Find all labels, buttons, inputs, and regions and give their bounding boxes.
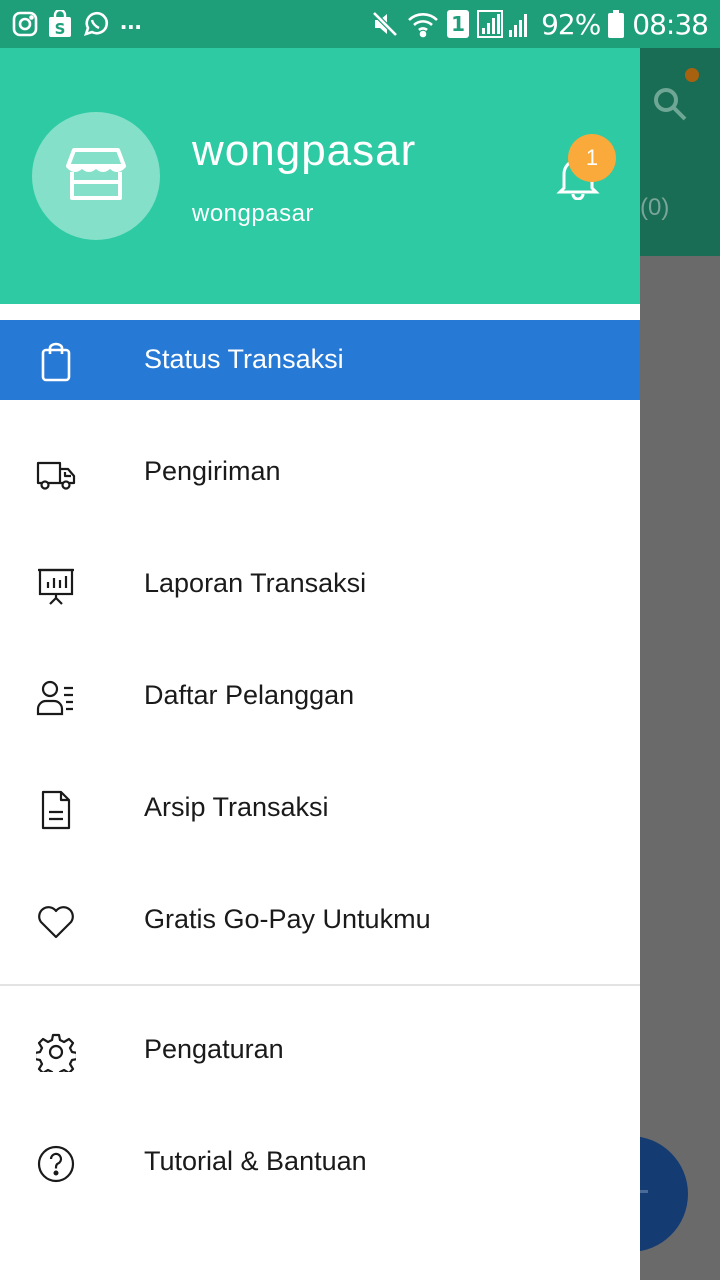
- customer-list-icon: [36, 678, 76, 718]
- menu-divider: [0, 984, 640, 986]
- document-icon: [36, 790, 76, 830]
- background-count: (0): [640, 194, 670, 221]
- store-icon: [64, 142, 128, 211]
- shop-name: wongpasar: [192, 126, 417, 175]
- menu-item-label: Laporan Transaksi: [144, 568, 367, 598]
- store-avatar[interactable]: [32, 112, 160, 240]
- menu-item-daftar-pelanggan[interactable]: Daftar Pelanggan: [0, 656, 640, 736]
- heart-icon: [36, 902, 76, 942]
- menu-item-tutorial-bantuan[interactable]: Tutorial & Bantuan: [0, 1122, 640, 1202]
- menu-item-laporan-transaksi[interactable]: Laporan Transaksi: [0, 544, 640, 624]
- menu-item-label: Tutorial & Bantuan: [144, 1146, 367, 1176]
- battery-percentage: 92%: [541, 7, 601, 41]
- help-icon: [36, 1144, 76, 1184]
- menu-item-gratis-go-pay[interactable]: Gratis Go-Pay Untukmu: [0, 880, 640, 960]
- menu-item-pengaturan[interactable]: Pengaturan: [0, 1010, 640, 1090]
- background-notification-dot: [685, 68, 699, 82]
- menu-item-label: Pengaturan: [144, 1034, 284, 1064]
- whatsapp-icon: [82, 10, 110, 38]
- wifi-icon: [407, 10, 439, 38]
- shop-username: wongpasar: [192, 200, 314, 227]
- mute-icon: [371, 10, 399, 38]
- search-icon: [652, 86, 688, 127]
- report-chart-icon: [36, 566, 76, 606]
- navigation-drawer: wongpasar wongpasar 1 Status Transaksi P…: [0, 48, 640, 1280]
- menu-item-label: Status Transaksi: [144, 344, 344, 374]
- drawer-header: wongpasar wongpasar 1: [0, 48, 640, 304]
- svg-text:S: S: [55, 20, 66, 38]
- gear-icon: [33, 1032, 79, 1079]
- signal-icon: [477, 10, 533, 38]
- background-app-bar: [640, 48, 720, 256]
- clock: 08:38: [632, 7, 709, 41]
- menu-item-label: Daftar Pelanggan: [144, 680, 355, 710]
- notification-count-badge: 1: [568, 134, 616, 182]
- instagram-icon: [12, 11, 38, 37]
- more-notifications-indicator: ...: [120, 4, 142, 35]
- menu-item-arsip-transaksi[interactable]: Arsip Transaksi: [0, 768, 640, 848]
- menu-item-label: Pengiriman: [144, 456, 281, 486]
- menu-item-label: Gratis Go-Pay Untukmu: [144, 904, 431, 934]
- sim-slot-number: 1: [451, 12, 466, 36]
- sim-icon: 1: [447, 10, 470, 38]
- status-bar: S ... 1 92% 08:38: [0, 0, 720, 48]
- menu-item-status-transaksi[interactable]: Status Transaksi: [0, 320, 640, 400]
- shopping-bag-icon: [36, 342, 76, 382]
- battery-icon: [608, 10, 625, 38]
- menu-item-label: Arsip Transaksi: [144, 792, 329, 822]
- delivery-truck-icon: [36, 454, 76, 494]
- shop-bag-icon: S: [48, 10, 72, 38]
- menu-item-pengiriman[interactable]: Pengiriman: [0, 432, 640, 512]
